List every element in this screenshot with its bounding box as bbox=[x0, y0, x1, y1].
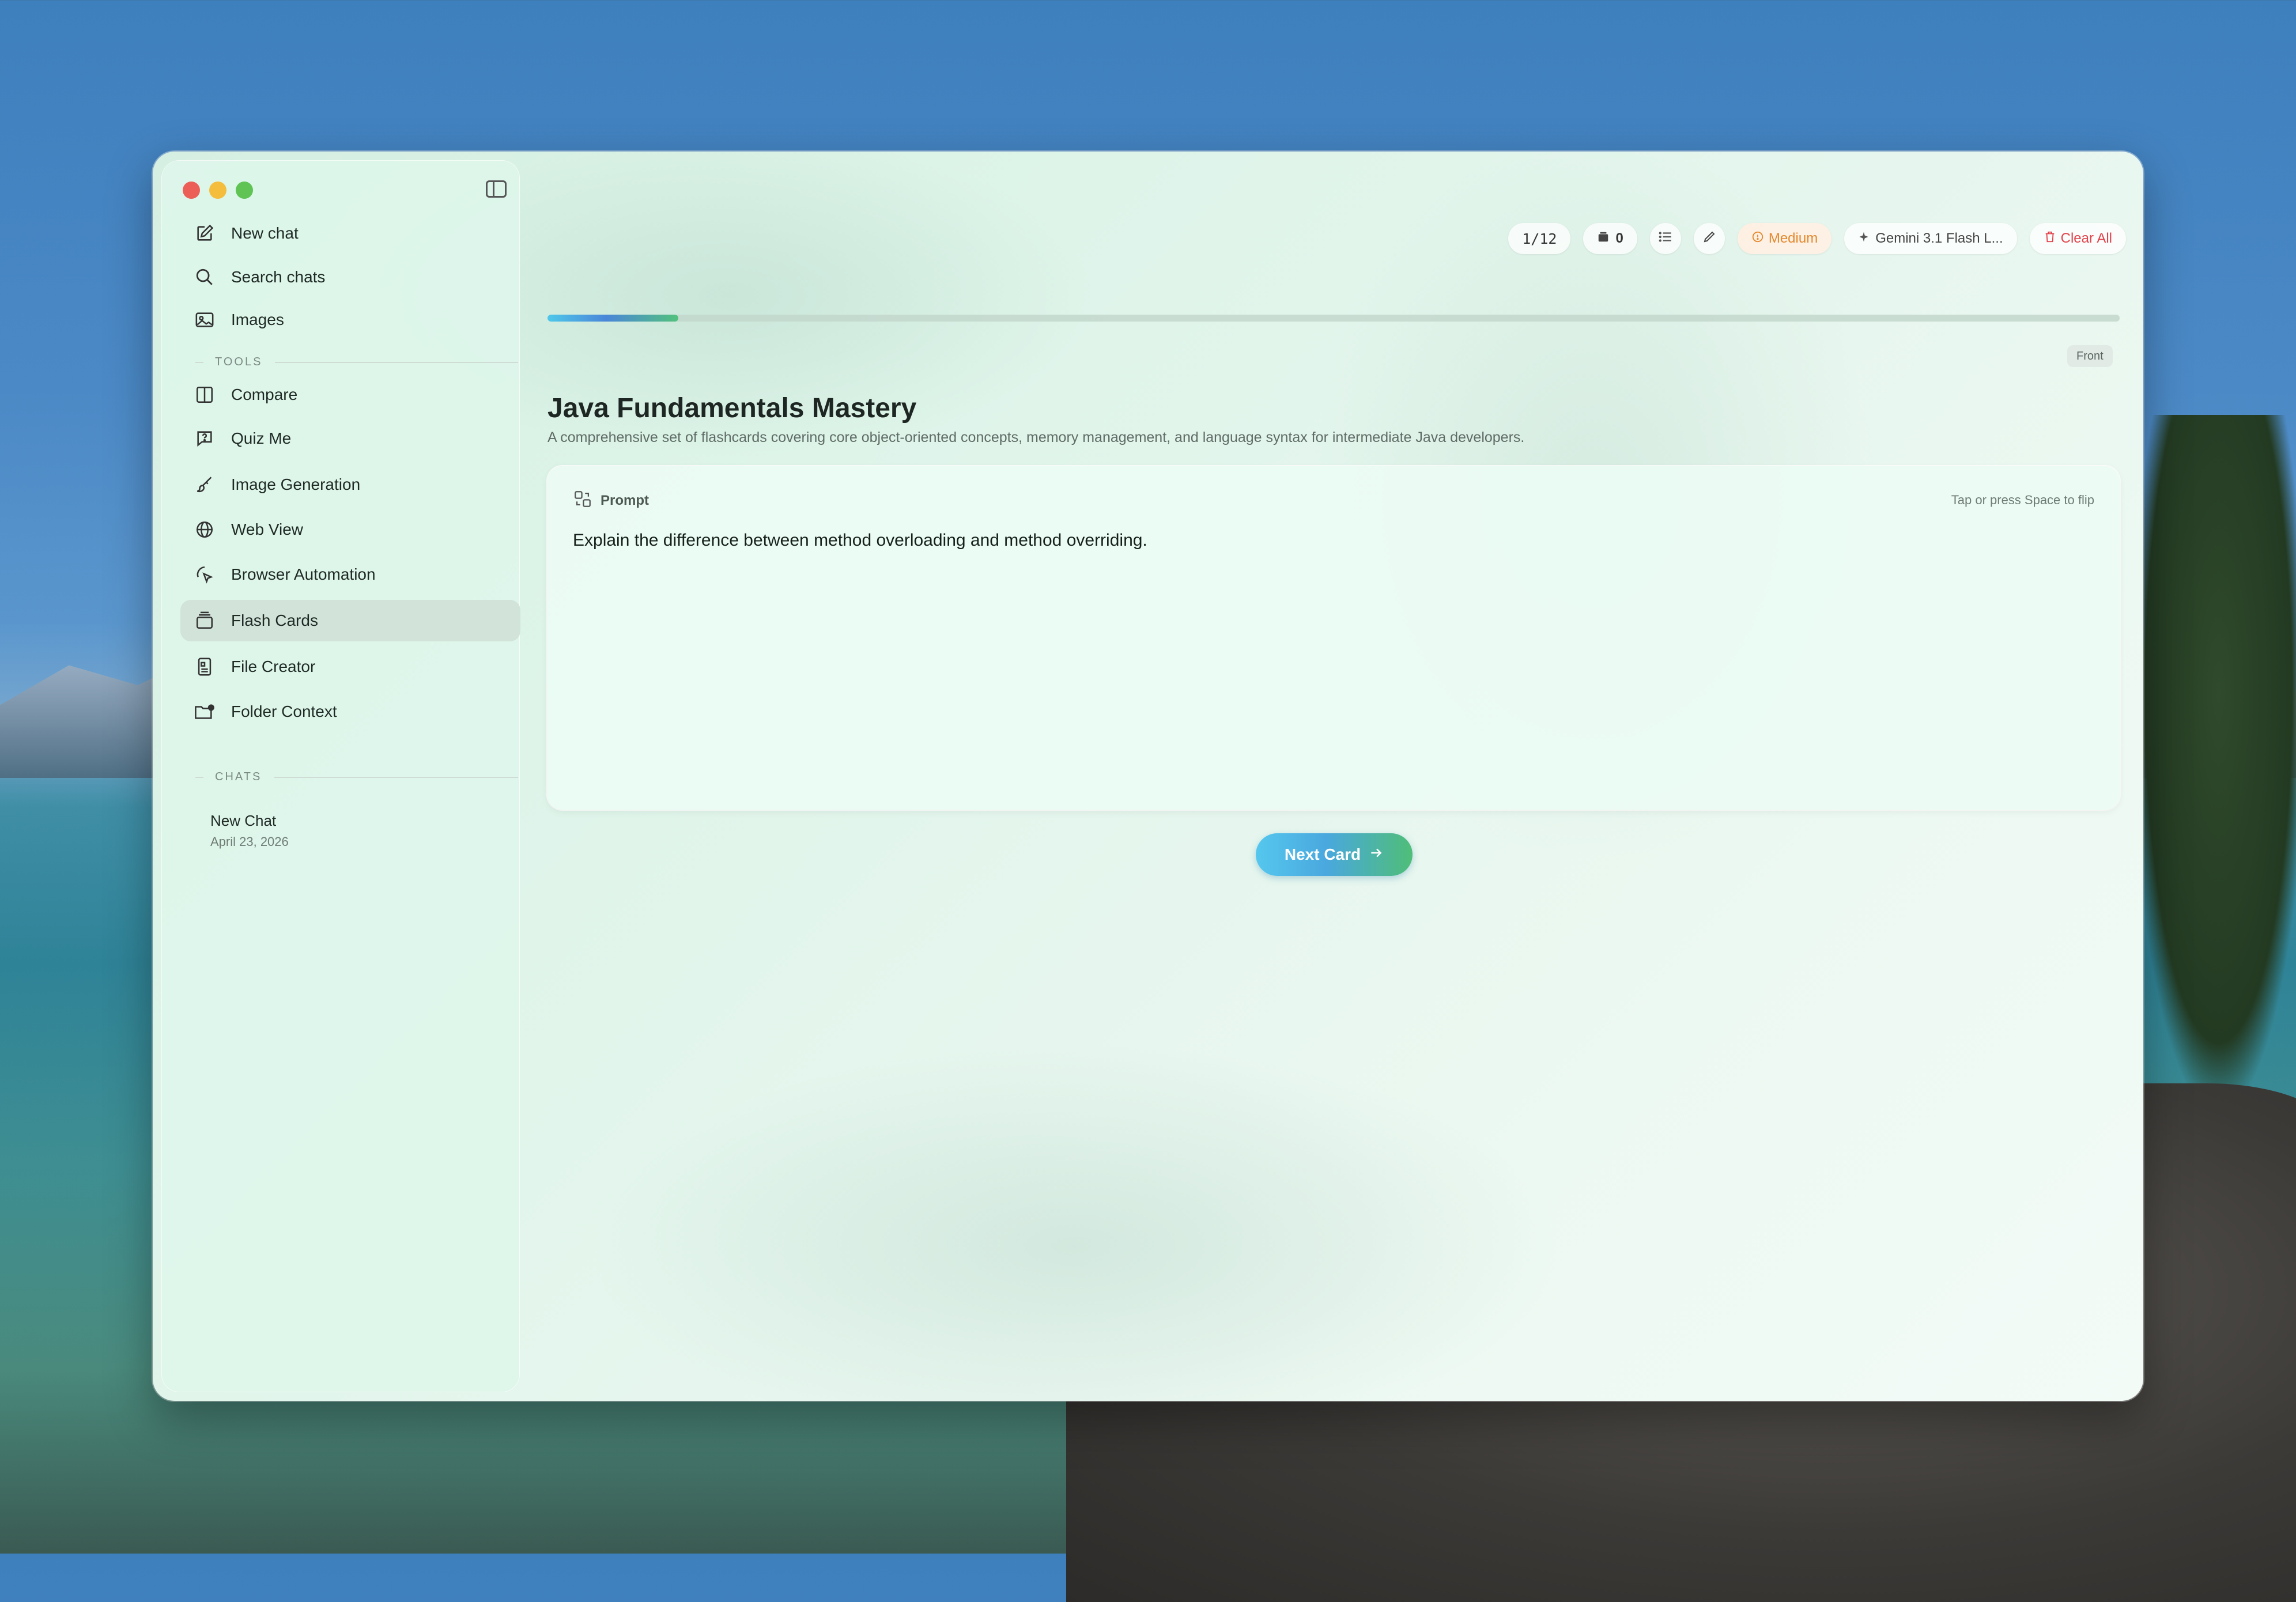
card-side-badge: Front bbox=[2067, 345, 2113, 367]
columns-icon bbox=[193, 383, 216, 406]
clear-all-label: Clear All bbox=[2060, 231, 2112, 246]
image-icon bbox=[193, 308, 216, 331]
card-prompt-text: Explain the difference between method ov… bbox=[573, 531, 1147, 550]
globe-icon bbox=[193, 518, 216, 541]
list-icon bbox=[1658, 229, 1673, 248]
sparkle-icon bbox=[1858, 231, 1870, 247]
model-selector[interactable]: Gemini 3.1 Flash L... bbox=[1844, 223, 2017, 254]
folder-badge-icon bbox=[193, 700, 216, 723]
deck-progress-fill bbox=[547, 315, 679, 322]
sidebar-item-label: Images bbox=[231, 311, 284, 328]
app-window: New chat Search chats Images TOOLS Compa… bbox=[153, 152, 2143, 1401]
compose-icon bbox=[193, 222, 216, 245]
chat-title: New Chat bbox=[210, 812, 277, 829]
sidebar: New chat Search chats Images TOOLS Compa… bbox=[162, 161, 520, 1392]
sidebar-item-label: Flash Cards bbox=[231, 611, 318, 629]
chat-list-item[interactable]: New Chat April 23, 2026 bbox=[210, 812, 289, 849]
stack-count-button[interactable]: 0 bbox=[1583, 223, 1637, 254]
sidebar-item-flash-cards[interactable]: Flash Cards bbox=[180, 600, 520, 641]
sidebar-item-label: Folder Context bbox=[231, 702, 337, 720]
chat-date: April 23, 2026 bbox=[210, 834, 289, 849]
sidebar-item-label: Compare bbox=[231, 386, 298, 403]
sidebar-item-image-generation[interactable]: Image Generation bbox=[180, 464, 520, 505]
desktop-tree bbox=[2132, 415, 2296, 1106]
deck-title: Java Fundamentals Mastery bbox=[547, 393, 917, 424]
sidebar-item-file-creator[interactable]: File Creator bbox=[180, 646, 520, 687]
card-header: Prompt bbox=[573, 489, 649, 512]
sidebar-item-browser-automation[interactable]: Browser Automation bbox=[180, 554, 520, 595]
trash-icon bbox=[2044, 231, 2056, 247]
sidebar-item-quiz-me[interactable]: Quiz Me bbox=[180, 418, 520, 459]
sidebar-item-label: Browser Automation bbox=[231, 565, 376, 583]
sidebar-item-compare[interactable]: Compare bbox=[180, 374, 520, 415]
edit-button[interactable] bbox=[1693, 223, 1725, 254]
zoom-window-button[interactable] bbox=[236, 182, 253, 199]
card-stack-icon bbox=[193, 609, 216, 632]
document-icon bbox=[193, 655, 216, 678]
card-counter: 1/12 bbox=[1508, 223, 1571, 254]
next-card-label: Next Card bbox=[1284, 845, 1361, 863]
sidebar-item-label: Web View bbox=[231, 520, 304, 538]
model-label: Gemini 3.1 Flash L... bbox=[1875, 231, 2003, 246]
sidebar-item-folder-context[interactable]: Folder Context bbox=[180, 691, 520, 732]
sidebar-item-images[interactable]: Images bbox=[180, 299, 520, 341]
top-toolbar: 1/12 0 Medium Gemini 3.1 Flash L... Clea… bbox=[1508, 223, 2126, 254]
cursor-click-icon bbox=[193, 563, 216, 586]
deck-description: A comprehensive set of flashcards coveri… bbox=[547, 429, 1525, 445]
pencil-icon bbox=[1702, 230, 1716, 248]
close-window-button[interactable] bbox=[183, 182, 200, 199]
sidebar-item-label: Quiz Me bbox=[231, 429, 292, 447]
chats-section-label: CHATS bbox=[195, 770, 518, 784]
stack-count: 0 bbox=[1615, 231, 1623, 246]
stack-icon bbox=[1597, 231, 1610, 247]
card-section-label: Prompt bbox=[601, 492, 649, 508]
sidebar-item-label: Search chats bbox=[231, 268, 326, 286]
sidebar-item-label: Image Generation bbox=[231, 475, 361, 493]
arrow-right-icon bbox=[1369, 845, 1384, 864]
info-circle-icon bbox=[1751, 231, 1764, 247]
search-icon bbox=[193, 266, 216, 289]
flip-hint: Tap or press Space to flip bbox=[1951, 493, 2094, 507]
sidebar-item-web-view[interactable]: Web View bbox=[180, 509, 520, 550]
difficulty-badge[interactable]: Medium bbox=[1737, 223, 1832, 254]
difficulty-label: Medium bbox=[1768, 231, 1818, 246]
deck-progress-bar bbox=[547, 315, 2120, 322]
sidebar-item-label: New chat bbox=[231, 224, 299, 242]
tools-section-label: TOOLS bbox=[195, 356, 518, 369]
flash-card[interactable]: Prompt Tap or press Space to flip Explai… bbox=[547, 466, 2120, 810]
sidebar-item-new-chat[interactable]: New chat bbox=[180, 213, 520, 254]
minimize-window-button[interactable] bbox=[209, 182, 226, 199]
sidebar-toggle-icon[interactable] bbox=[486, 180, 507, 198]
prompt-swap-icon bbox=[573, 489, 592, 512]
question-bubble-icon bbox=[193, 427, 216, 450]
sidebar-item-label: File Creator bbox=[231, 658, 316, 675]
sidebar-item-search-chats[interactable]: Search chats bbox=[180, 256, 520, 298]
next-card-button[interactable]: Next Card bbox=[1256, 833, 1413, 876]
list-view-button[interactable] bbox=[1649, 223, 1681, 254]
clear-all-button[interactable]: Clear All bbox=[2029, 223, 2126, 254]
paintbrush-icon bbox=[193, 473, 216, 496]
